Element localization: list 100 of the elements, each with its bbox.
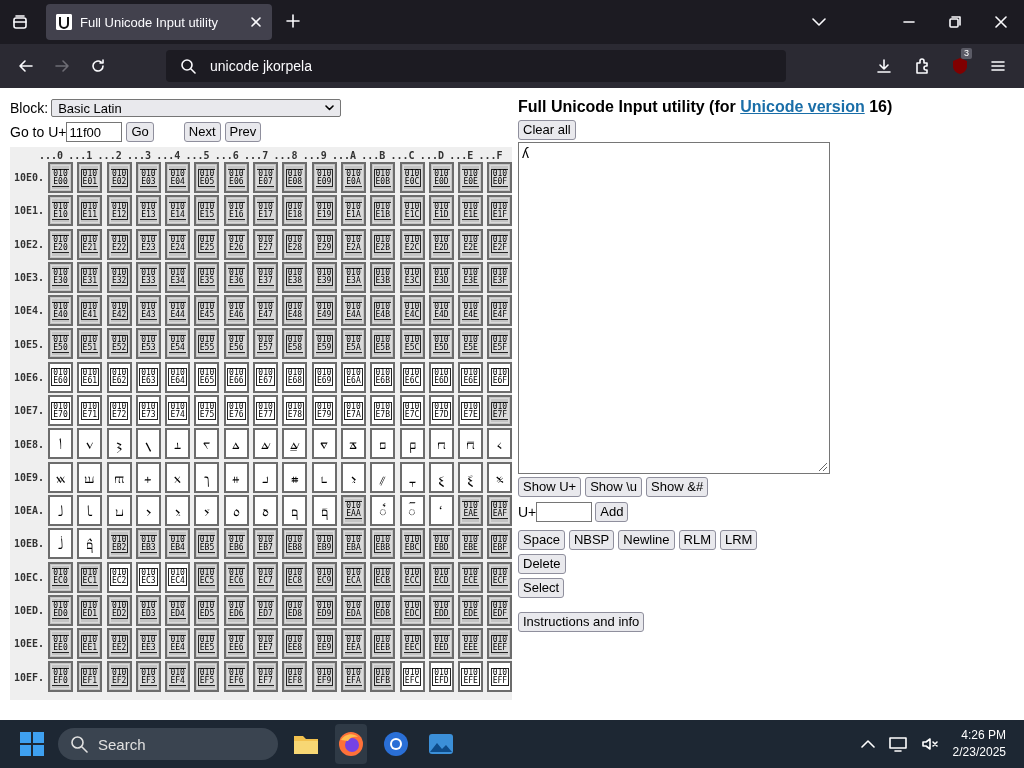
show-button[interactable]: Show &# bbox=[646, 477, 709, 497]
character-cell[interactable]: 010E78 bbox=[282, 395, 308, 427]
character-cell[interactable]: 010EF3 bbox=[135, 661, 161, 693]
character-cell[interactable]: 010E77 bbox=[253, 395, 279, 427]
character-cell[interactable]: 010E7B bbox=[370, 395, 396, 427]
character-cell[interactable]: 010E2E bbox=[458, 228, 484, 260]
character-cell[interactable]: 010EE9 bbox=[311, 628, 337, 660]
character-cell[interactable]: 010E7D bbox=[428, 395, 454, 427]
character-cell[interactable]: 010E11 bbox=[77, 195, 103, 227]
character-cell[interactable]: 010EE5 bbox=[194, 628, 220, 660]
character-cell[interactable]: 010EF8 bbox=[282, 661, 308, 693]
character-cell[interactable]: 010E7A bbox=[340, 395, 366, 427]
character-cell[interactable]: 010EEC bbox=[399, 628, 425, 660]
character-cell[interactable]: 010E20 bbox=[48, 228, 73, 260]
character-cell[interactable]: 010EDD bbox=[428, 594, 454, 626]
character-cell[interactable]: 010E29 bbox=[311, 228, 337, 260]
version-link[interactable]: Unicode version bbox=[740, 98, 865, 115]
character-cell[interactable]: 010EC5 bbox=[194, 561, 220, 593]
character-cell[interactable]: 010E07 bbox=[253, 162, 279, 193]
character-cell[interactable]: 𐺡 bbox=[77, 494, 103, 526]
character-cell[interactable]: 010EFC bbox=[399, 661, 425, 693]
character-cell[interactable]: 010EC2 bbox=[106, 561, 132, 593]
character-cell[interactable]: 010E4A bbox=[340, 295, 366, 327]
character-cell[interactable]: 010E69 bbox=[311, 361, 337, 393]
character-cell[interactable]: 010E28 bbox=[282, 228, 308, 260]
character-cell[interactable]: 010EBE bbox=[458, 528, 484, 560]
character-cell[interactable]: 010E6A bbox=[340, 361, 366, 393]
character-cell[interactable]: 010E02 bbox=[106, 162, 132, 193]
character-cell[interactable]: 𐺰 bbox=[48, 528, 73, 560]
character-cell[interactable]: 010E1C bbox=[399, 195, 425, 227]
character-cell[interactable]: 010E6F bbox=[487, 361, 513, 393]
character-cell[interactable]: 010ED5 bbox=[194, 594, 220, 626]
character-cell[interactable]: 010ED7 bbox=[253, 594, 279, 626]
character-cell[interactable]: 010EEF bbox=[487, 628, 513, 660]
character-cell[interactable]: 010E46 bbox=[223, 295, 249, 327]
character-cell[interactable]: 010E37 bbox=[253, 261, 279, 293]
character-cell[interactable]: 010E1D bbox=[428, 195, 454, 227]
chevron-down-icon[interactable] bbox=[812, 16, 826, 27]
tab-list-icon[interactable] bbox=[12, 14, 28, 30]
character-cell[interactable]: 010EC7 bbox=[253, 561, 279, 593]
character-cell[interactable]: 010E54 bbox=[165, 328, 191, 360]
character-cell[interactable]: 010E3D bbox=[428, 261, 454, 293]
character-cell[interactable]: 𐺱 bbox=[77, 528, 103, 560]
character-cell[interactable]: 010E65 bbox=[194, 361, 220, 393]
character-cell[interactable]: 010E0C bbox=[399, 162, 425, 193]
character-cell[interactable]: 010E3E bbox=[458, 261, 484, 293]
character-cell[interactable]: 010ED9 bbox=[311, 594, 337, 626]
character-cell[interactable]: 010E2F bbox=[487, 228, 513, 260]
character-cell[interactable]: 010E18 bbox=[282, 195, 308, 227]
character-cell[interactable]: 010E67 bbox=[253, 361, 279, 393]
forward-icon[interactable] bbox=[54, 58, 70, 74]
character-cell[interactable]: 010E00 bbox=[48, 162, 73, 193]
character-cell[interactable]: 010EF7 bbox=[253, 661, 279, 693]
chevron-up-icon[interactable] bbox=[860, 739, 875, 749]
character-cell[interactable]: 010ECB bbox=[370, 561, 396, 593]
character-cell[interactable]: 010E21 bbox=[77, 228, 103, 260]
insert-button[interactable]: NBSP bbox=[568, 530, 615, 550]
puzzle-icon[interactable] bbox=[914, 58, 930, 74]
firefox-icon[interactable] bbox=[338, 731, 364, 757]
character-cell[interactable]: 𐺫 bbox=[370, 494, 396, 526]
character-cell[interactable]: 𐺃 bbox=[135, 428, 161, 460]
character-cell[interactable]: 𐺭 bbox=[428, 494, 454, 526]
character-cell[interactable]: 010EC0 bbox=[48, 561, 73, 593]
character-cell[interactable]: 010EF4 bbox=[165, 661, 191, 693]
character-cell[interactable]: 010EB9 bbox=[311, 528, 337, 560]
character-cell[interactable]: 010E08 bbox=[282, 162, 308, 193]
character-cell[interactable]: 010E42 bbox=[106, 295, 132, 327]
character-cell[interactable]: 𐺢 bbox=[106, 494, 132, 526]
character-cell[interactable]: 010EB5 bbox=[194, 528, 220, 560]
character-cell[interactable]: 010EDA bbox=[340, 594, 366, 626]
character-cell[interactable]: 010EDB bbox=[370, 594, 396, 626]
character-cell[interactable]: 010E58 bbox=[282, 328, 308, 360]
reload-icon[interactable] bbox=[90, 58, 106, 74]
character-cell[interactable]: 010E0B bbox=[370, 162, 396, 193]
character-cell[interactable]: 010EE3 bbox=[135, 628, 161, 660]
character-cell[interactable]: 010E6D bbox=[428, 361, 454, 393]
character-cell[interactable]: 010E01 bbox=[77, 162, 103, 193]
character-cell[interactable]: 010EFE bbox=[458, 661, 484, 693]
character-cell[interactable]: 010E30 bbox=[48, 261, 73, 293]
character-cell[interactable]: 010E26 bbox=[223, 228, 249, 260]
character-cell[interactable]: 𐺗 bbox=[253, 461, 279, 493]
character-cell[interactable]: 010ED1 bbox=[77, 594, 103, 626]
character-cell[interactable]: 010E44 bbox=[165, 295, 191, 327]
character-cell[interactable]: 010E0D bbox=[428, 162, 454, 193]
character-cell[interactable]: 010E43 bbox=[135, 295, 161, 327]
character-cell[interactable]: 010E64 bbox=[165, 361, 191, 393]
character-cell[interactable]: 010E2A bbox=[340, 228, 366, 260]
character-cell[interactable]: 010E68 bbox=[282, 361, 308, 393]
character-cell[interactable]: 010EEE bbox=[458, 628, 484, 660]
browser-tab[interactable]: Full Unicode Input utility bbox=[46, 4, 272, 40]
character-cell[interactable]: 010ECA bbox=[340, 561, 366, 593]
character-cell[interactable]: 010E39 bbox=[311, 261, 337, 293]
character-cell[interactable]: 010E0A bbox=[340, 162, 366, 193]
character-cell[interactable]: 010E32 bbox=[106, 261, 132, 293]
character-cell[interactable]: 010E5C bbox=[399, 328, 425, 360]
character-cell[interactable]: 010EB3 bbox=[135, 528, 161, 560]
character-cell[interactable]: 010E49 bbox=[311, 295, 337, 327]
new-tab-icon[interactable] bbox=[286, 13, 300, 28]
character-cell[interactable]: 010E3A bbox=[340, 261, 366, 293]
delete-button[interactable]: Delete bbox=[518, 554, 566, 574]
